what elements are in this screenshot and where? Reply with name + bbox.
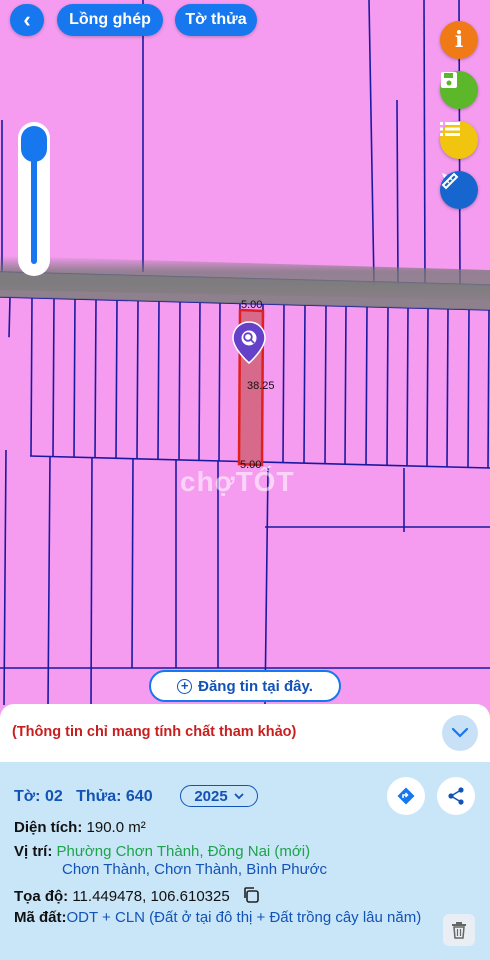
trash-icon <box>452 922 466 939</box>
measure-tool-button[interactable] <box>440 171 478 209</box>
year-value: 2025 <box>194 787 228 805</box>
directions-button[interactable] <box>387 777 425 815</box>
info-icon: i <box>454 27 464 53</box>
area-value: 190.0 m² <box>86 819 146 836</box>
watermark: chợTỐT <box>180 466 295 497</box>
post-listing-label: Đăng tin tại đây. <box>198 677 313 695</box>
copy-icon[interactable] <box>242 886 260 908</box>
area-row: Diện tích: 190.0 m² <box>14 819 146 836</box>
list-button[interactable] <box>440 121 478 159</box>
parcel-info-panel: Tờ: 02 Thửa: 640 2025 Diện tích: 190.0 m… <box>0 762 490 960</box>
save-icon <box>441 72 457 88</box>
parcel-lines-layer <box>0 0 490 705</box>
back-button[interactable]: ‹ <box>10 4 44 36</box>
save-button[interactable] <box>440 71 478 109</box>
parcel-length-label: 38.25 <box>247 380 275 392</box>
sheet-parcel-button[interactable]: Tờ thửa <box>175 4 257 36</box>
parcel-width-top-label: 5.00 <box>241 299 263 311</box>
chevron-down-icon <box>451 727 469 738</box>
post-listing-button[interactable]: + Đăng tin tại đây. <box>149 670 341 702</box>
year-selector[interactable]: 2025 <box>180 785 258 807</box>
slider-knob[interactable] <box>21 126 47 162</box>
delete-button[interactable] <box>443 914 475 946</box>
share-icon <box>448 787 464 805</box>
coordinate-label: Tọa độ: <box>14 887 69 905</box>
info-button[interactable]: i <box>440 21 478 59</box>
coordinate-row: Tọa độ: 11.449478, 106.610325 <box>14 886 260 908</box>
location-new: Phường Chơn Thành, Đồng Nai (mới) <box>56 843 311 860</box>
overlay-layers-button[interactable]: Lồng ghép <box>57 4 163 36</box>
sheet-value: 02 <box>44 788 63 805</box>
chevron-down-icon <box>234 792 244 799</box>
opacity-slider[interactable] <box>18 122 50 276</box>
sheet-label: Tờ: <box>14 788 41 805</box>
land-use-row: Mã đất:ODT + CLN (Đất ở tại đô thị + Đất… <box>14 908 454 928</box>
cadastral-map[interactable]: 5.00 38.25 5.00 chợTỐT ‹ Lồng ghép Tờ th… <box>0 0 490 705</box>
parcel-label: Thửa: <box>76 788 122 805</box>
collapse-button[interactable] <box>442 715 478 751</box>
coordinate-value: 11.449478, 106.610325 <box>72 887 230 905</box>
directions-icon <box>397 787 415 805</box>
plus-circle-icon: + <box>177 678 193 694</box>
location-old: Chơn Thành, Chơn Thành, Bình Phước <box>62 861 327 878</box>
location-label: Vị trí: <box>14 843 53 860</box>
area-label: Diện tích: <box>14 819 83 836</box>
parcel-value: 640 <box>125 788 153 805</box>
location-row: Vị trí: Phường Chơn Thành, Đồng Nai (mới… <box>14 843 310 860</box>
list-icon <box>440 122 460 136</box>
land-use-label: Mã đất: <box>14 909 67 926</box>
disclaimer-text: (Thông tin chỉ mang tính chất tham khảo) <box>12 724 297 740</box>
land-use-value: ODT + CLN (Đất ở tại đô thị + Đất trồng … <box>66 909 422 926</box>
chevron-left-icon: ‹ <box>23 7 31 32</box>
share-button[interactable] <box>437 777 475 815</box>
ruler-pencil-icon <box>441 172 459 190</box>
notice-bar: (Thông tin chỉ mang tính chất tham khảo) <box>0 704 490 762</box>
sheet-parcel-row: Tờ: 02 Thửa: 640 <box>14 788 153 806</box>
